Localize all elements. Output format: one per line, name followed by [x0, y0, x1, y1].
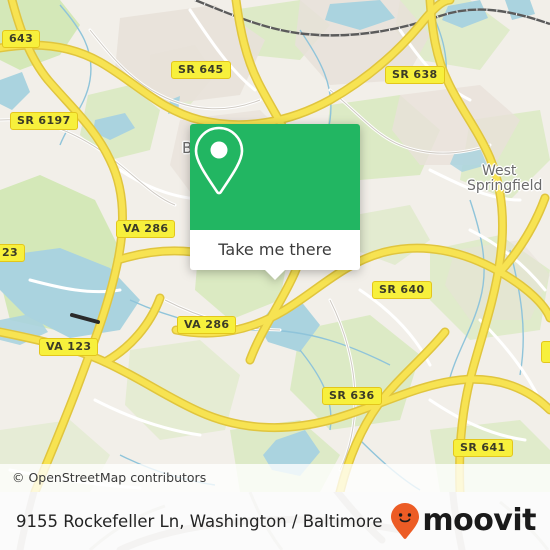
moovit-smiley-pin-icon	[391, 503, 420, 539]
place-label-springfield: Springfield	[467, 178, 543, 194]
road-shield: SR 641	[453, 439, 513, 457]
popup-pointer-tail	[264, 269, 286, 280]
road-shield-clipped	[541, 341, 550, 363]
moovit-wordmark: moovit	[422, 503, 536, 538]
road-shield: VA 123	[39, 338, 99, 356]
address-text: 9155 Rockefeller Ln, Washington / Baltim…	[16, 511, 383, 531]
road-shield: SR 640	[372, 281, 432, 299]
road-shield: VA 286	[177, 316, 237, 334]
road-shield: SR 638	[385, 66, 445, 84]
road-shield: VA 286	[116, 220, 176, 238]
road-shield: SR 636	[322, 387, 382, 405]
map-canvas[interactable]: 643 SR 645 SR 638 SR 6197 VA 286 23 SR 6…	[0, 0, 550, 492]
popup-footer[interactable]: Take me there	[190, 230, 360, 280]
road-shield: 23	[0, 244, 26, 262]
map-pin-icon	[194, 126, 244, 195]
moovit-logo[interactable]: moovit	[390, 502, 536, 540]
place-label-west: West	[482, 163, 517, 179]
road-shield: 643	[2, 30, 41, 48]
footer-bar: 9155 Rockefeller Ln, Washington / Baltim…	[0, 492, 550, 550]
take-me-there-label: Take me there	[218, 240, 332, 259]
road-shield: SR 6197	[10, 112, 78, 130]
road-shield: SR 645	[171, 61, 231, 79]
location-popup-card[interactable]: Take me there	[190, 124, 360, 280]
osm-attribution-text[interactable]: © OpenStreetMap contributors	[12, 471, 206, 485]
map-attribution-bar: © OpenStreetMap contributors	[0, 464, 550, 492]
popup-header	[190, 124, 360, 230]
map-screenshot: 643 SR 645 SR 638 SR 6197 VA 286 23 SR 6…	[0, 0, 550, 550]
